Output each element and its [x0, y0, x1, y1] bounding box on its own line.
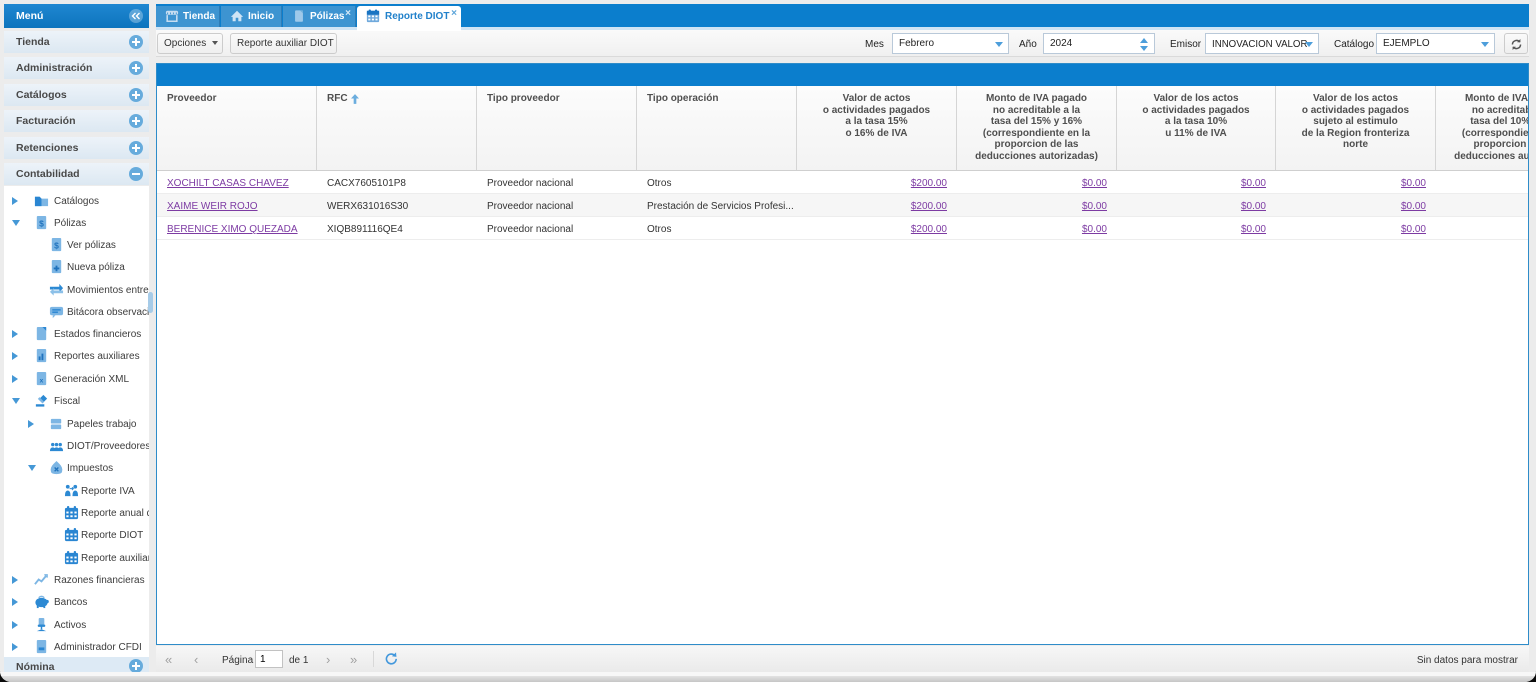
svg-text:x: x — [40, 377, 44, 384]
svg-text:$: $ — [54, 240, 59, 250]
svg-text:$: $ — [39, 218, 44, 228]
